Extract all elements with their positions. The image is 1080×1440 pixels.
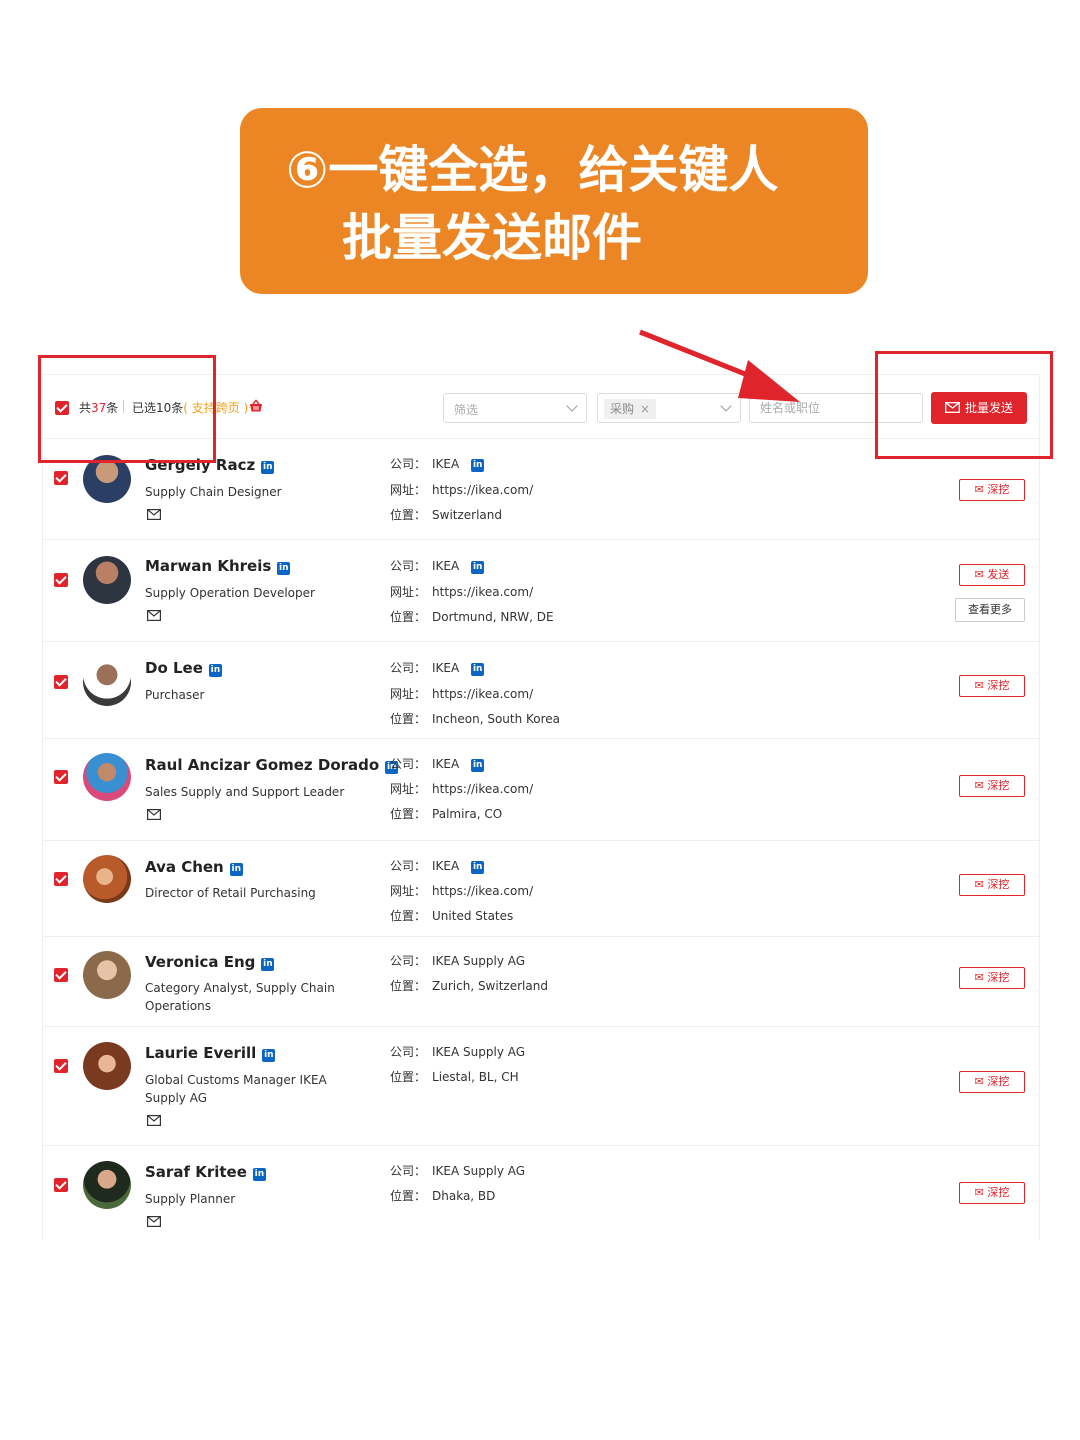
location-line: 位置： Palmira, CO: [390, 807, 503, 821]
company-line: 公司： IKEA in: [390, 457, 485, 472]
website-link: https://ikea.com/: [432, 687, 534, 701]
company-line: 公司： IKEA in: [390, 859, 485, 874]
website-line: 网址： https://ikea.com/: [390, 782, 534, 796]
company-line: 公司： IKEA Supply AG: [390, 1164, 526, 1178]
mail-icon[interactable]: [147, 1216, 161, 1227]
select-all-highlight-box: [38, 355, 216, 463]
mail-icon[interactable]: [147, 809, 161, 820]
company-line: 公司： IKEA in: [390, 559, 485, 574]
dig-button[interactable]: ✉ 深挖: [959, 675, 1025, 697]
website-link: https://ikea.com/: [432, 585, 534, 599]
location-line: 位置： Dhaka, BD: [390, 1189, 496, 1203]
contact-name[interactable]: Ava Chen in: [145, 858, 243, 876]
avatar: [83, 855, 131, 903]
location-line: 位置： United States: [390, 909, 514, 923]
filter-select[interactable]: 筛选: [443, 393, 587, 423]
row-checkbox[interactable]: [54, 573, 68, 587]
row-checkbox[interactable]: [54, 675, 68, 689]
website-line: 网址： https://ikea.com/: [390, 884, 534, 898]
contact-name[interactable]: Do Lee in: [145, 659, 222, 677]
company-line: 公司： IKEA Supply AG: [390, 1045, 526, 1059]
avatar: [83, 951, 131, 999]
mail-icon[interactable]: [147, 509, 161, 520]
send-button[interactable]: ✉ 发送: [959, 564, 1025, 586]
linkedin-icon: in: [261, 958, 275, 971]
linkedin-icon: in: [277, 562, 291, 575]
contact-title: Supply Operation Developer: [145, 586, 315, 600]
contact-name[interactable]: Saraf Kritee in: [145, 1163, 266, 1181]
row-checkbox[interactable]: [54, 770, 68, 784]
website-link: https://ikea.com/: [432, 782, 534, 796]
dig-button[interactable]: ✉ 深挖: [959, 1182, 1025, 1204]
row-checkbox[interactable]: [54, 471, 68, 485]
dig-button[interactable]: ✉ 深挖: [959, 775, 1025, 797]
contact-title: Category Analyst, Supply Chain Operation…: [145, 981, 335, 1013]
contact-name[interactable]: Raul Ancizar Gomez Dorado in: [145, 756, 399, 774]
website-line: 网址： https://ikea.com/: [390, 483, 534, 497]
contact-row: Ava Chen in Director of Retail Purchasing…: [43, 841, 1039, 937]
contact-name[interactable]: Marwan Khreis in: [145, 557, 291, 575]
mail-icon[interactable]: [147, 610, 161, 621]
bulk-send-highlight-box: [875, 351, 1053, 459]
contact-title: Director of Retail Purchasing: [145, 886, 316, 900]
linkedin-icon: in: [252, 1168, 266, 1181]
location-line: 位置： Dortmund, NRW, DE: [390, 610, 554, 624]
dig-button[interactable]: ✉ 深挖: [959, 967, 1025, 989]
dig-button[interactable]: ✉ 深挖: [959, 1071, 1025, 1093]
avatar: [83, 753, 131, 801]
contact-row: Marwan Khreis in Supply Operation Develop…: [43, 540, 1039, 642]
red-arrow-icon: [639, 329, 800, 402]
contact-title: Global Customs Manager IKEA Supply AG: [145, 1073, 327, 1105]
company-line: 公司： IKEA in: [390, 757, 485, 772]
contact-title: Supply Chain Designer: [145, 485, 282, 499]
company-line: 公司： IKEA Supply AG: [390, 954, 526, 968]
linkedin-icon: in: [471, 861, 485, 874]
contact-title: Sales Supply and Support Leader: [145, 785, 345, 799]
banner-title-line1: ⑥一键全选，给关键人: [286, 141, 779, 199]
row-checkbox[interactable]: [54, 968, 68, 982]
location-line: 位置： Liestal, BL, CH: [390, 1070, 519, 1084]
linkedin-icon: in: [229, 863, 243, 876]
location-line: 位置： Switzerland: [390, 508, 503, 522]
location-line: 位置： Zurich, Switzerland: [390, 979, 548, 993]
view-more-button[interactable]: 查看更多: [955, 598, 1025, 622]
linkedin-icon: in: [471, 561, 485, 574]
linkedin-icon: in: [471, 759, 485, 772]
company-line: 公司： IKEA in: [390, 661, 485, 676]
avatar: [83, 1161, 131, 1209]
contact-name[interactable]: Veronica Eng in: [145, 953, 275, 971]
website-link: https://ikea.com/: [432, 884, 534, 898]
linkedin-icon: in: [261, 461, 275, 474]
banner-title-line2: 批量发送邮件: [342, 209, 642, 267]
avatar: [83, 658, 131, 706]
contact-row: Saraf Kritee in Supply Planner 公司： IKEA Su…: [43, 1146, 1039, 1240]
chevron-down-icon: [566, 400, 578, 412]
contact-row: Do Lee in Purchaser 公司： IKEA in 网址： https://…: [43, 642, 1039, 739]
contact-row: Laurie Everill in Global Customs Manager …: [43, 1027, 1039, 1146]
row-checkbox[interactable]: [54, 872, 68, 886]
contact-name[interactable]: Laurie Everill in: [145, 1044, 276, 1062]
row-checkbox[interactable]: [54, 1059, 68, 1073]
website-link: https://ikea.com/: [432, 483, 534, 497]
website-line: 网址： https://ikea.com/: [390, 585, 534, 599]
dig-button[interactable]: ✉ 深挖: [959, 479, 1025, 501]
avatar: [83, 556, 131, 604]
dig-button[interactable]: ✉ 深挖: [959, 874, 1025, 896]
linkedin-icon: in: [208, 664, 222, 677]
linkedin-icon: in: [262, 1049, 276, 1062]
mail-icon[interactable]: [147, 1115, 161, 1126]
basket-icon[interactable]: [249, 399, 263, 413]
contact-row: Raul Ancizar Gomez Dorado in Sales Supply…: [43, 739, 1039, 841]
contacts-panel: 共37条 已选10条( 支持跨页 ) 筛选 采购× 批量发送: [42, 374, 1040, 1240]
location-line: 位置： Incheon, South Korea: [390, 712, 561, 726]
promo-banner: ⑥一键全选，给关键人 批量发送邮件: [240, 108, 868, 294]
row-checkbox[interactable]: [54, 1178, 68, 1192]
avatar: [83, 1042, 131, 1090]
contact-title: Supply Planner: [145, 1192, 236, 1206]
contact-title: Purchaser: [145, 688, 205, 702]
contact-row: Veronica Eng in Category Analyst, Supply …: [43, 937, 1039, 1027]
linkedin-icon: in: [471, 663, 485, 676]
website-line: 网址： https://ikea.com/: [390, 687, 534, 701]
linkedin-icon: in: [471, 459, 485, 472]
